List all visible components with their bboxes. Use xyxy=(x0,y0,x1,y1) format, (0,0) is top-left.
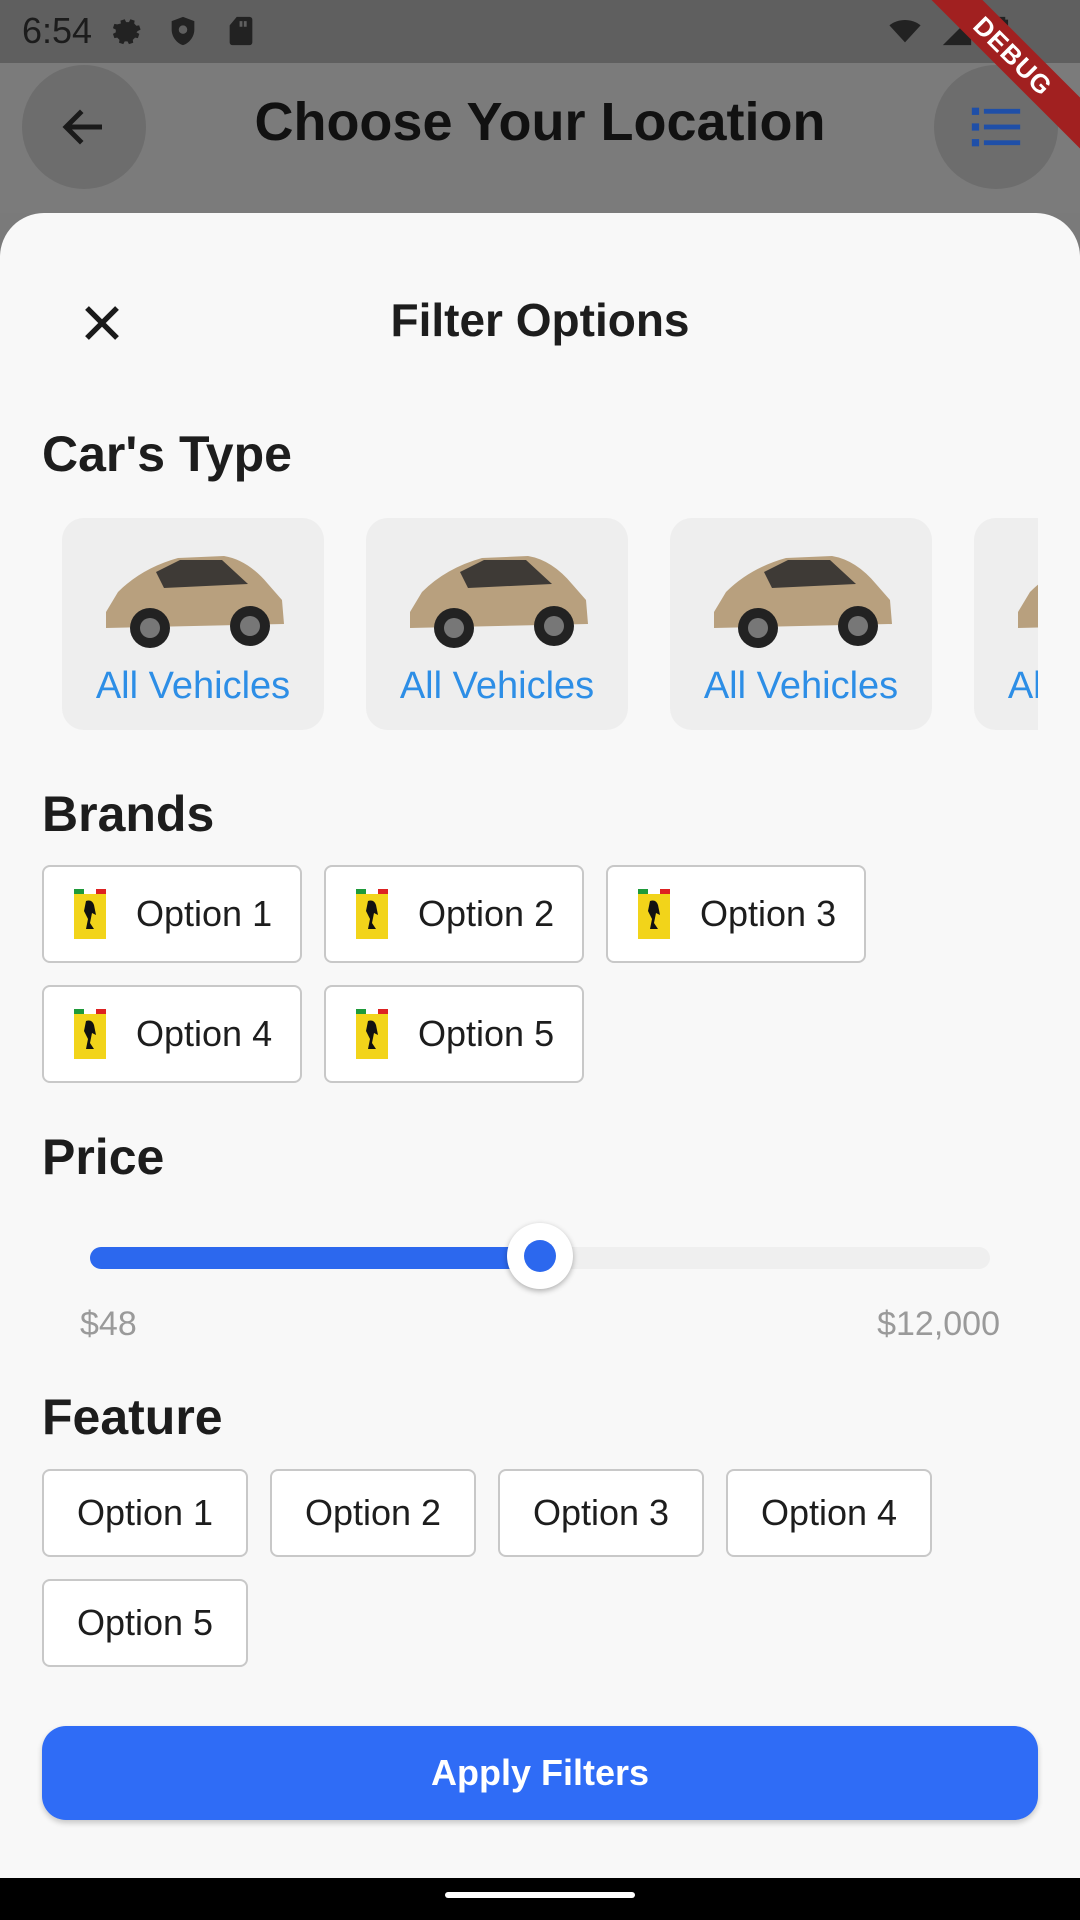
car-type-card[interactable]: All Vehicles xyxy=(366,518,628,730)
feature-option-3[interactable]: Option 3 xyxy=(498,1469,704,1557)
brand-option-5[interactable]: Option 5 xyxy=(324,985,584,1083)
price-max-label: $12,000 xyxy=(877,1305,1000,1343)
car-image xyxy=(410,556,588,648)
brand-option-1[interactable]: Option 1 xyxy=(42,865,302,963)
system-nav-bar xyxy=(0,1878,1080,1920)
feature-option-2[interactable]: Option 2 xyxy=(270,1469,476,1557)
ferrari-logo-icon xyxy=(356,889,388,939)
brand-option-4[interactable]: Option 4 xyxy=(42,985,302,1083)
feature-option-label: Option 2 xyxy=(304,1492,442,1533)
status-bar: 6:54 xyxy=(0,0,1080,63)
brand-option-2[interactable]: Option 2 xyxy=(324,865,584,963)
brand-option-label: Option 3 xyxy=(700,893,837,934)
feature-title: Feature xyxy=(42,1389,223,1445)
feature-option-label: Option 1 xyxy=(76,1492,214,1533)
feature-option-4[interactable]: Option 4 xyxy=(726,1469,932,1557)
slider-thumb[interactable] xyxy=(507,1223,573,1289)
car-type-card[interactable]: All Vehicles xyxy=(670,518,932,730)
feature-option-label: Option 4 xyxy=(760,1492,898,1533)
page-title: Choose Your Location xyxy=(254,92,826,152)
apply-filters-button[interactable]: Apply Filters xyxy=(42,1726,1038,1820)
brand-option-label: Option 2 xyxy=(418,893,555,934)
car-image xyxy=(1018,584,1038,628)
feature-row-2: Option 5 xyxy=(42,1579,248,1667)
car-type-label: All Vehicles xyxy=(95,665,291,707)
feature-option-5[interactable]: Option 5 xyxy=(42,1579,248,1667)
car-type-label: All Vehicles xyxy=(399,665,595,707)
price-slider[interactable] xyxy=(90,1223,990,1293)
sheet-title: Filter Options xyxy=(390,294,690,346)
car-image xyxy=(106,556,284,648)
price-title: Price xyxy=(42,1129,165,1185)
brand-option-label: Option 5 xyxy=(418,1013,555,1054)
app-bar: Choose Your Location xyxy=(0,63,1080,213)
price-min-label: $48 xyxy=(80,1305,137,1343)
debug-banner-label: DEBUG xyxy=(920,0,1080,151)
feature-option-label: Option 3 xyxy=(532,1492,670,1533)
brand-option-label: Option 1 xyxy=(136,893,273,934)
car-image xyxy=(714,556,892,648)
ferrari-logo-icon xyxy=(74,889,106,939)
filter-sheet: Filter Options Car's Type All Vehicles A… xyxy=(0,213,1080,1878)
brand-option-label: Option 4 xyxy=(136,1013,273,1054)
slider-fill xyxy=(90,1247,540,1269)
debug-banner: DEBUG xyxy=(920,0,1080,160)
feature-option-label: Option 5 xyxy=(76,1602,214,1643)
home-handle[interactable] xyxy=(445,1892,635,1898)
car-type-card[interactable]: All Vehicles xyxy=(974,518,1038,730)
feature-row-1: Option 1 Option 2 Option 3 Option 4 xyxy=(42,1469,932,1557)
car-type-carousel[interactable]: All Vehicles All Vehicles All Vehicles A… xyxy=(42,518,1038,730)
feature-option-1[interactable]: Option 1 xyxy=(42,1469,248,1557)
brands-title: Brands xyxy=(42,786,215,842)
ferrari-logo-icon xyxy=(74,1009,106,1059)
shield-icon xyxy=(171,16,195,46)
sd-card-icon xyxy=(229,16,253,46)
ferrari-logo-icon xyxy=(638,889,670,939)
brand-option-3[interactable]: Option 3 xyxy=(606,865,866,963)
car-type-label: All Vehicles xyxy=(1007,665,1038,707)
brands-row-1: Option 1 Option 2 Option 3 xyxy=(42,865,866,963)
car-type-card[interactable]: All Vehicles xyxy=(62,518,324,730)
car-type-title: Car's Type xyxy=(42,426,292,482)
car-type-label: All Vehicles xyxy=(703,665,899,707)
wifi-icon xyxy=(889,20,921,43)
brands-row-2: Option 4 Option 5 xyxy=(42,985,584,1083)
ferrari-logo-icon xyxy=(356,1009,388,1059)
gear-icon xyxy=(112,19,141,45)
status-time: 6:54 xyxy=(22,10,93,51)
